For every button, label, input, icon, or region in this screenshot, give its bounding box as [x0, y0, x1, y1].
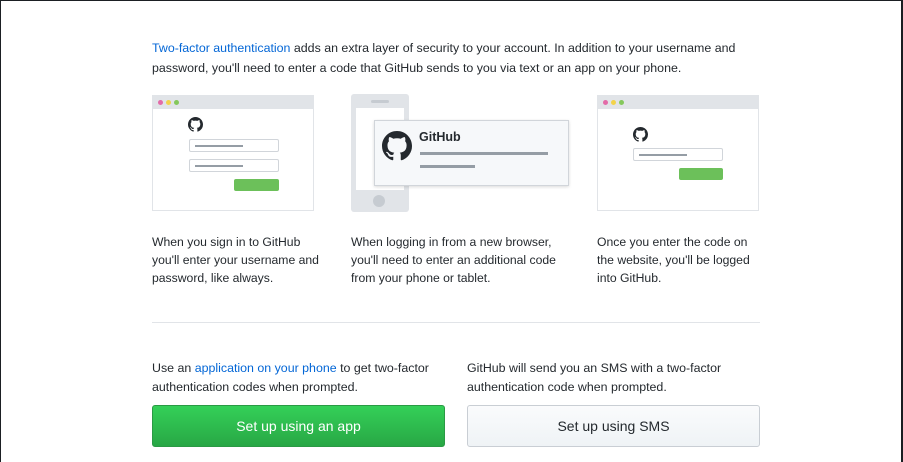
step-caption-enter-code: Once you enter the code on the website, …	[597, 235, 750, 285]
browser-title-bar	[598, 96, 758, 109]
window-maximize-dot	[174, 100, 179, 105]
window-minimize-dot	[166, 100, 171, 105]
phone-speaker	[371, 100, 389, 103]
verify-button-illustration	[679, 168, 723, 180]
code-notification-illustration: GitHub	[374, 120, 569, 186]
app-desc-text: Use an	[152, 361, 195, 375]
code-field-illustration	[633, 148, 723, 161]
application-on-phone-link[interactable]: application on your phone	[195, 361, 337, 375]
app-option-description: Use an application on your phone to get …	[152, 359, 452, 397]
intro-paragraph: Two-factor authentication adds an extra …	[152, 38, 762, 78]
notification-placeholder-line	[420, 152, 548, 155]
section-divider	[152, 322, 760, 323]
browser-title-bar	[153, 96, 313, 109]
step-caption-sign-in: When you sign in to GitHub you'll enter …	[152, 235, 319, 285]
phone-home-button	[373, 195, 385, 207]
notification-placeholder-line	[420, 165, 475, 168]
sign-in-button-illustration	[234, 179, 279, 191]
illustration-sign-in	[152, 95, 314, 211]
illustration-enter-code	[597, 95, 759, 211]
two-factor-auth-link[interactable]: Two-factor authentication	[152, 41, 290, 55]
window-maximize-dot	[619, 100, 624, 105]
setup-sms-button[interactable]: Set up using SMS	[467, 405, 760, 447]
username-field-illustration	[189, 139, 279, 152]
notification-title: GitHub	[419, 130, 461, 144]
step-caption-new-browser: When logging in from a new browser, you'…	[351, 235, 556, 285]
github-octocat-icon	[382, 131, 412, 161]
window-minimize-dot	[611, 100, 616, 105]
window-close-dot	[603, 100, 608, 105]
sms-option-description: GitHub will send you an SMS with a two-f…	[467, 361, 722, 394]
password-field-illustration	[189, 159, 279, 172]
github-octocat-icon	[188, 117, 203, 132]
github-octocat-icon	[633, 127, 648, 142]
window-close-dot	[158, 100, 163, 105]
setup-app-button[interactable]: Set up using an app	[152, 405, 445, 447]
